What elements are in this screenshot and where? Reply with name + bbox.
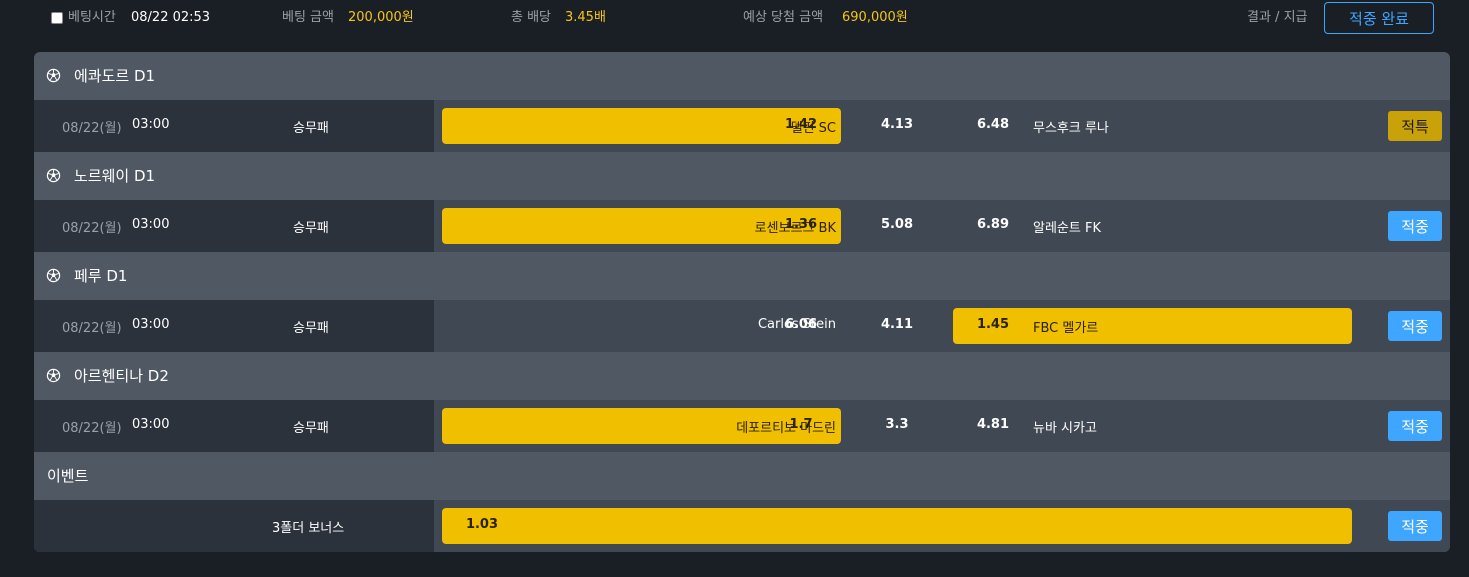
league-name: 노르웨이 D1	[74, 167, 156, 185]
draw-odd: 4.13	[880, 117, 914, 132]
select-checkbox[interactable]	[51, 12, 63, 24]
match-info: 08/22(월) 03:00 승무패	[34, 300, 434, 352]
bet-type: 승무패	[293, 221, 329, 236]
home-odd: 6.06	[784, 317, 818, 332]
event-name: 3폴더 보너스	[272, 521, 345, 536]
bet-time-label: 베팅시간	[68, 10, 116, 25]
bet-amount-value: 200,000원	[348, 10, 414, 25]
soccer-ball-icon	[46, 268, 61, 283]
league-header: 노르웨이 D1	[34, 152, 1450, 200]
away-team: 알레순트 FK	[1033, 221, 1101, 236]
draw-odd: 3.3	[885, 417, 909, 432]
league-header: 에콰도르 D1	[34, 52, 1450, 100]
expected-win-value: 690,000원	[842, 10, 908, 25]
event-title: 이벤트	[47, 467, 89, 485]
bet-row: 08/22(월) 03:00 승무패 로센보르그 BK 1.36 5.08 6.…	[34, 200, 1450, 252]
away-team: 뉴바 시카고	[1033, 421, 1097, 436]
match-time: 03:00	[132, 217, 170, 232]
away-team: FBC 멜가르	[1033, 321, 1099, 336]
match-info: 08/22(월) 03:00 승무패	[34, 100, 434, 152]
league-name: 페루 D1	[74, 267, 128, 285]
status-badge: 적중	[1388, 411, 1442, 441]
total-odds-label: 총 배당	[511, 10, 552, 25]
away-odd: 6.89	[976, 217, 1010, 232]
bet-row: 08/22(월) 03:00 승무패 델핀 SC 1.42 4.13 6.48 …	[34, 100, 1450, 152]
bet-amount-label: 베팅 금액	[282, 10, 334, 25]
match-date: 08/22(월)	[62, 421, 122, 436]
away-odd: 6.48	[976, 117, 1010, 132]
event-header: 이벤트	[34, 452, 1450, 500]
result-payout-label: 결과 / 지급	[1247, 10, 1308, 25]
match-date: 08/22(월)	[62, 121, 122, 136]
bonus-odd: 1.03	[465, 517, 499, 532]
home-odd: 1.42	[784, 117, 818, 132]
hit-complete-button[interactable]: 적중 완료	[1324, 2, 1434, 34]
away-odd: 4.81	[976, 417, 1010, 432]
soccer-ball-icon	[46, 168, 61, 183]
selected-odds-highlight[interactable]	[442, 508, 1352, 544]
bet-type: 승무패	[293, 121, 329, 136]
draw-odd: 5.08	[880, 217, 914, 232]
match-info: 08/22(월) 03:00 승무패	[34, 400, 434, 452]
home-odd: 1.36	[784, 217, 818, 232]
bet-row: 08/22(월) 03:00 승무패 데포르티보 마드린 1.7 3.3 4.8…	[34, 400, 1450, 452]
match-date: 08/22(월)	[62, 221, 122, 236]
total-odds-value: 3.45배	[565, 10, 606, 25]
bet-type: 승무패	[293, 421, 329, 436]
bet-detail-panel: 에콰도르 D1 08/22(월) 03:00 승무패 델핀 SC 1.42 4.…	[34, 52, 1450, 552]
status-badge: 적중	[1388, 511, 1442, 541]
bet-time-value: 08/22 02:53	[131, 10, 211, 25]
home-odd: 1.7	[789, 417, 813, 432]
match-date: 08/22(월)	[62, 321, 122, 336]
expected-win-label: 예상 당첨 금액	[743, 10, 824, 25]
league-name: 아르헨티나 D2	[74, 367, 169, 385]
status-badge: 적특	[1388, 111, 1442, 141]
bet-type: 승무패	[293, 321, 329, 336]
soccer-ball-icon	[46, 368, 61, 383]
match-time: 03:00	[132, 417, 170, 432]
match-time: 03:00	[132, 317, 170, 332]
status-badge: 적중	[1388, 311, 1442, 341]
event-row: 3폴더 보너스 1.03 적중	[34, 500, 1450, 552]
away-odd: 1.45	[976, 317, 1010, 332]
league-name: 에콰도르 D1	[74, 67, 156, 85]
soccer-ball-icon	[46, 68, 61, 83]
draw-odd: 4.11	[880, 317, 914, 332]
league-header: 아르헨티나 D2	[34, 352, 1450, 400]
match-info: 08/22(월) 03:00 승무패	[34, 200, 434, 252]
bet-row: 08/22(월) 03:00 승무패 Carlos Stein 6.06 4.1…	[34, 300, 1450, 352]
match-time: 03:00	[132, 117, 170, 132]
status-badge: 적중	[1388, 211, 1442, 241]
event-info: 3폴더 보너스	[34, 500, 434, 552]
away-team: 무스후크 루나	[1033, 121, 1109, 136]
league-header: 페루 D1	[34, 252, 1450, 300]
bet-summary-bar: 베팅시간 08/22 02:53 베팅 금액 200,000원 총 배당 3.4…	[0, 0, 1469, 38]
